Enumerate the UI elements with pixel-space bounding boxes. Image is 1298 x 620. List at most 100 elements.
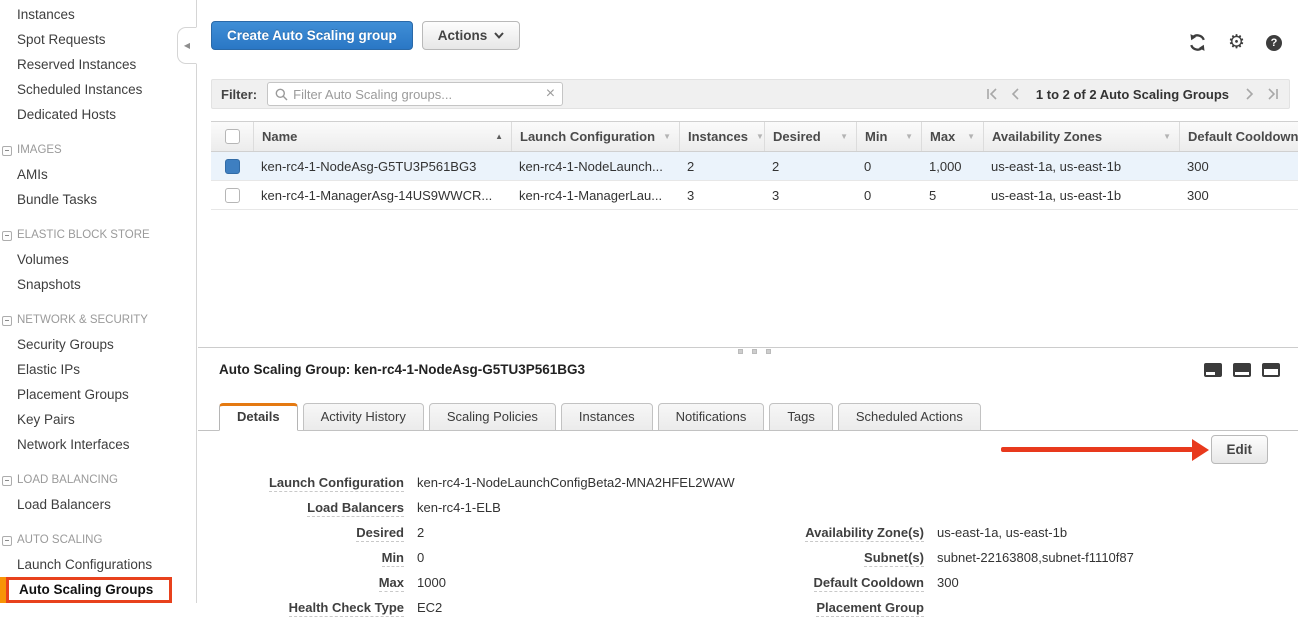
tab-notifications[interactable]: Notifications bbox=[658, 403, 765, 431]
sidebar-item-auto-scaling-groups[interactable]: Auto Scaling Groups bbox=[6, 577, 172, 603]
sidebar-section-network-security[interactable]: NETWORK & SECURITY bbox=[0, 309, 196, 332]
previous-page-icon[interactable] bbox=[1011, 88, 1020, 100]
tab-details[interactable]: Details bbox=[219, 403, 298, 431]
column-label: Availability Zones bbox=[992, 129, 1102, 144]
sort-icon: ▼ bbox=[663, 132, 671, 141]
pane-layout-bottom-icon[interactable] bbox=[1204, 363, 1222, 377]
first-page-icon[interactable] bbox=[986, 88, 998, 100]
sidebar-item-launch-configurations[interactable]: Launch Configurations bbox=[0, 552, 196, 577]
pagination-text: 1 to 2 of 2 Auto Scaling Groups bbox=[1036, 87, 1229, 102]
tab-activity-history[interactable]: Activity History bbox=[303, 403, 424, 431]
sidebar-section-load-balancing[interactable]: LOAD BALANCING bbox=[0, 469, 196, 492]
splitter-drag-handle[interactable] bbox=[738, 349, 771, 354]
cell-launch-configuration: ken-rc4-1-ManagerLau... bbox=[511, 181, 679, 209]
sidebar-item-placement-groups[interactable]: Placement Groups bbox=[0, 382, 196, 407]
field-load-balancers: Load Balancers ken-rc4-1-ELB bbox=[218, 495, 735, 520]
column-header-max[interactable]: Max ▼ bbox=[921, 122, 983, 151]
field-min: Min 0 bbox=[218, 545, 735, 570]
auto-scaling-groups-table: Name ▲ Launch Configuration ▼ Instances … bbox=[211, 121, 1298, 210]
sort-icon: ▼ bbox=[1163, 132, 1171, 141]
next-page-icon[interactable] bbox=[1245, 88, 1254, 100]
tab-instances[interactable]: Instances bbox=[561, 403, 653, 431]
column-header-instances[interactable]: Instances ▼ bbox=[679, 122, 764, 151]
cell-availability-zones: us-east-1a, us-east-1b bbox=[983, 152, 1179, 180]
tab-scheduled-actions[interactable]: Scheduled Actions bbox=[838, 403, 981, 431]
field-label: Load Balancers bbox=[307, 500, 404, 517]
cell-default-cooldown: 300 bbox=[1179, 181, 1298, 209]
field-value: ken-rc4-1-ELB bbox=[417, 500, 501, 515]
column-header-availability-zones[interactable]: Availability Zones ▼ bbox=[983, 122, 1179, 151]
field-value: subnet-22163808,subnet-f1110f87 bbox=[937, 550, 1134, 565]
field-availability-zones: Availability Zone(s) us-east-1a, us-east… bbox=[758, 520, 1134, 545]
cell-default-cooldown: 300 bbox=[1179, 152, 1298, 180]
select-all-checkbox[interactable] bbox=[225, 129, 240, 144]
sidebar-item-dedicated-hosts[interactable]: Dedicated Hosts bbox=[0, 102, 196, 127]
sidebar-item-spot-requests[interactable]: Spot Requests bbox=[0, 27, 196, 52]
section-title: NETWORK & SECURITY bbox=[17, 309, 148, 332]
sort-icon: ▼ bbox=[840, 132, 848, 141]
sidebar-item-volumes[interactable]: Volumes bbox=[0, 247, 196, 272]
sidebar-item-scheduled-instances[interactable]: Scheduled Instances bbox=[0, 77, 196, 102]
sidebar: Instances Spot Requests Reserved Instanc… bbox=[0, 0, 197, 603]
sidebar-item-network-interfaces[interactable]: Network Interfaces bbox=[0, 432, 196, 457]
collapse-minus-icon[interactable] bbox=[2, 231, 12, 241]
cell-instances: 2 bbox=[679, 152, 764, 180]
field-placement-group: Placement Group bbox=[758, 595, 1134, 620]
column-label: Max bbox=[930, 129, 955, 144]
create-auto-scaling-group-button[interactable]: Create Auto Scaling group bbox=[211, 21, 413, 50]
last-page-icon[interactable] bbox=[1267, 88, 1279, 100]
column-header-default-cooldown[interactable]: Default Cooldown bbox=[1179, 122, 1298, 151]
clear-filter-icon[interactable]: × bbox=[546, 85, 555, 103]
row-checkbox[interactable] bbox=[225, 188, 240, 203]
filter-search-box[interactable]: × bbox=[267, 82, 563, 106]
cell-checkbox bbox=[211, 181, 253, 209]
tab-scaling-policies[interactable]: Scaling Policies bbox=[429, 403, 556, 431]
sidebar-item-security-groups[interactable]: Security Groups bbox=[0, 332, 196, 357]
pane-layout-expand-icon[interactable] bbox=[1262, 363, 1280, 377]
column-label: Min bbox=[865, 129, 887, 144]
refresh-icon[interactable] bbox=[1188, 33, 1207, 52]
table-row[interactable]: ken-rc4-1-ManagerAsg-14US9WWCR... ken-rc… bbox=[211, 181, 1298, 210]
help-icon[interactable]: ? bbox=[1266, 35, 1282, 51]
gear-icon[interactable]: ⚙ bbox=[1228, 33, 1245, 52]
row-checkbox[interactable] bbox=[225, 159, 240, 174]
sidebar-item-elastic-ips[interactable]: Elastic IPs bbox=[0, 357, 196, 382]
cell-name: ken-rc4-1-ManagerAsg-14US9WWCR... bbox=[253, 181, 511, 209]
sidebar-section-images[interactable]: IMAGES bbox=[0, 139, 196, 162]
sidebar-item-snapshots[interactable]: Snapshots bbox=[0, 272, 196, 297]
collapse-minus-icon[interactable] bbox=[2, 146, 12, 156]
actions-button[interactable]: Actions bbox=[422, 21, 521, 50]
pane-layout-split-icon[interactable] bbox=[1233, 363, 1251, 377]
sidebar-item-amis[interactable]: AMIs bbox=[0, 162, 196, 187]
panel-splitter bbox=[198, 347, 1298, 348]
column-header-launch-configuration[interactable]: Launch Configuration ▼ bbox=[511, 122, 679, 151]
field-value: us-east-1a, us-east-1b bbox=[937, 525, 1067, 540]
field-value: ken-rc4-1-NodeLaunchConfigBeta2-MNA2HFEL… bbox=[417, 475, 735, 490]
sidebar-item-load-balancers[interactable]: Load Balancers bbox=[0, 492, 196, 517]
column-header-min[interactable]: Min ▼ bbox=[856, 122, 921, 151]
field-desired: Desired 2 bbox=[218, 520, 735, 545]
column-header-desired[interactable]: Desired ▼ bbox=[764, 122, 856, 151]
field-value: 0 bbox=[417, 550, 424, 565]
sidebar-item-reserved-instances[interactable]: Reserved Instances bbox=[0, 52, 196, 77]
collapse-minus-icon[interactable] bbox=[2, 536, 12, 546]
sidebar-section-elastic-block-store[interactable]: ELASTIC BLOCK STORE bbox=[0, 224, 196, 247]
sidebar-item-bundle-tasks[interactable]: Bundle Tasks bbox=[0, 187, 196, 212]
collapse-minus-icon[interactable] bbox=[2, 476, 12, 486]
pagination: 1 to 2 of 2 Auto Scaling Groups bbox=[986, 87, 1279, 102]
sidebar-collapse-handle[interactable]: ◀ bbox=[177, 27, 197, 64]
table-row[interactable]: ken-rc4-1-NodeAsg-G5TU3P561BG3 ken-rc4-1… bbox=[211, 152, 1298, 181]
field-value: 2 bbox=[417, 525, 424, 540]
search-icon bbox=[275, 88, 288, 101]
filter-input[interactable] bbox=[293, 87, 538, 102]
sidebar-item-key-pairs[interactable]: Key Pairs bbox=[0, 407, 196, 432]
sort-icon: ▼ bbox=[905, 132, 913, 141]
tab-tags[interactable]: Tags bbox=[769, 403, 832, 431]
sidebar-section-auto-scaling[interactable]: AUTO SCALING bbox=[0, 529, 196, 552]
cell-desired: 2 bbox=[764, 152, 856, 180]
sidebar-item-instances[interactable]: Instances bbox=[0, 2, 196, 27]
edit-button[interactable]: Edit bbox=[1211, 435, 1269, 464]
column-label: Name bbox=[262, 129, 297, 144]
collapse-minus-icon[interactable] bbox=[2, 316, 12, 326]
column-header-name[interactable]: Name ▲ bbox=[253, 122, 511, 151]
